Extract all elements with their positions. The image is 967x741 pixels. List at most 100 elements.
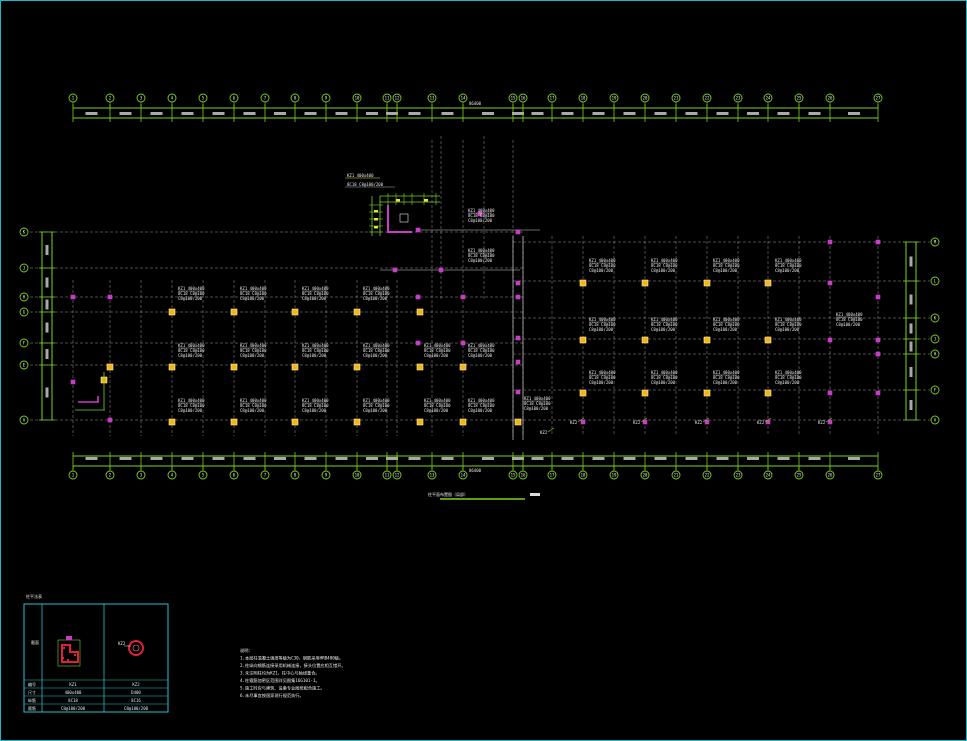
detail-dim-text xyxy=(374,218,378,221)
column-label-text: C8@100/200 xyxy=(178,296,203,301)
top-axis-bubble-label: 10 xyxy=(355,96,360,101)
top-segment-dim-text xyxy=(408,112,421,115)
bottom-axis-bubble-label: 15 xyxy=(511,473,516,478)
bottom-segment-dim-text xyxy=(482,457,494,460)
column-kz1 xyxy=(416,308,424,316)
column-kz2 xyxy=(580,419,586,425)
column-kz1 xyxy=(416,418,424,426)
column-kz1 xyxy=(168,308,176,316)
top-segment-dim-text xyxy=(592,112,605,115)
column-label-text: C8@100/200 xyxy=(302,353,327,358)
column-kz2 xyxy=(827,280,833,286)
column-kz2 xyxy=(460,340,466,346)
bottom-segment-dim-text xyxy=(654,457,667,460)
column-kz1 xyxy=(459,418,467,426)
column-label-text: C8@100/200 xyxy=(713,380,738,385)
column-label-text: C8@100/200 xyxy=(240,408,265,413)
bottom-segment-dim-text xyxy=(408,457,421,460)
column-kz1 xyxy=(579,389,587,397)
column-kz1 xyxy=(703,279,711,287)
top-axis-bubble-label: 18 xyxy=(581,96,586,101)
column-kz2 xyxy=(515,294,521,300)
column-kz2 xyxy=(70,379,76,385)
right-axis-bubble-label: M xyxy=(934,240,937,245)
top-axis-bubble-label: 22 xyxy=(705,96,710,101)
drawing-caption-text: 柱平面布置图（局部） xyxy=(428,491,468,497)
small-dim-text: KZ2 xyxy=(570,420,578,425)
column-kz2 xyxy=(515,229,521,235)
top-axis-bubble-label: 4 xyxy=(171,96,174,101)
bottom-segment-dim-text xyxy=(561,457,574,460)
top-overall-dimension: 86400 xyxy=(469,101,482,106)
top-axis-bubble-label: 11 xyxy=(385,96,390,101)
bottom-segment-dim-text xyxy=(747,457,759,460)
legend-cell-b: C8@100/200 xyxy=(124,706,149,711)
bottom-axis-bubble-label: 21 xyxy=(674,473,679,478)
legend-cell-a: 400x400 xyxy=(65,690,82,695)
bottom-axis-bubble-label: 13 xyxy=(430,473,435,478)
top-axis-bubble-label: 7 xyxy=(264,96,267,101)
top-segment-dim-text xyxy=(716,112,729,115)
section-rebar xyxy=(62,657,64,659)
left-detail-wall xyxy=(78,396,99,403)
bottom-axis-bubble-label: 24 xyxy=(766,473,771,478)
column-label-text: C8@100/200 xyxy=(363,408,388,413)
bottom-segment-dim-text xyxy=(531,457,544,460)
right-vdim-text xyxy=(909,367,913,377)
section-rebar xyxy=(67,659,69,661)
column-kz2 xyxy=(827,239,833,245)
note-line: 5.施工时应与建筑、设备专业图纸配合施工。 xyxy=(240,685,325,692)
left-vdim-text xyxy=(45,387,49,398)
column-kz2 xyxy=(415,227,421,233)
right-axis-bubble-label: J xyxy=(934,337,936,342)
column-kz2 xyxy=(515,280,521,286)
section-rebar xyxy=(63,647,65,649)
top-axis-bubble-label: 5 xyxy=(202,96,205,101)
column-label-text: C8@100/200 xyxy=(589,380,614,385)
top-axis-bubble-label: 20 xyxy=(643,96,648,101)
small-dim-text: KZ2 xyxy=(540,430,548,435)
bottom-axis-bubble-label: 25 xyxy=(797,473,802,478)
top-segment-dim-text xyxy=(512,112,524,115)
left-axis-bubble-label: A xyxy=(23,418,26,423)
top-segment-dim-text xyxy=(150,112,163,115)
column-label-text: C8@100/200 xyxy=(775,268,800,273)
bottom-axis-bubble-label: 10 xyxy=(355,473,360,478)
column-kz1 xyxy=(579,279,587,287)
top-segment-dim-text xyxy=(747,112,759,115)
detail-title-2: 8C18 C8@100/200 xyxy=(347,182,384,187)
top-segment-dim-text xyxy=(848,112,860,115)
top-axis-bubble-label: 16 xyxy=(521,96,526,101)
column-kz2 xyxy=(515,335,521,341)
column-label-text: C8@100/200 xyxy=(468,408,493,413)
top-segment-dim-text xyxy=(685,112,698,115)
left-axis-bubble-label: K xyxy=(23,230,26,235)
bottom-axis-bubble-label: 14 xyxy=(461,473,466,478)
top-axis-bubble-label: 3 xyxy=(140,96,143,101)
bottom-segment-dim-text xyxy=(685,457,698,460)
column-kz1 xyxy=(353,363,361,371)
bottom-axis-bubble-label: 6 xyxy=(233,473,236,478)
left-vdim-text xyxy=(45,277,49,288)
column-label-text: C8@100/200 xyxy=(178,353,203,358)
bottom-axis-bubble-label: 1 xyxy=(72,473,75,478)
bottom-axis-bubble-label: 8 xyxy=(294,473,297,478)
top-axis-bubble-label: 19 xyxy=(612,96,617,101)
bottom-axis-bubble-label: 9 xyxy=(325,473,328,478)
small-leader xyxy=(547,427,555,433)
right-vdim-text xyxy=(909,294,913,305)
column-kz1 xyxy=(353,308,361,316)
bottom-segment-dim-text xyxy=(243,457,256,460)
detail-box xyxy=(399,213,409,223)
top-segment-dim-text xyxy=(808,112,821,115)
bottom-axis-bubble-label: 5 xyxy=(202,473,205,478)
column-kz1 xyxy=(230,363,238,371)
bottom-segment-dim-text xyxy=(366,457,378,460)
column-kz2 xyxy=(875,337,881,343)
detail-dim-text xyxy=(424,199,428,202)
column-kz1 xyxy=(764,389,772,397)
section-circle xyxy=(128,640,144,656)
cad-drawing-canvas[interactable]: 8640086400 KZ1 400x4008C18 C8@100C8@100/… xyxy=(0,0,967,741)
top-segment-dim-text xyxy=(243,112,256,115)
small-dim-text: KZ2 xyxy=(818,420,826,425)
